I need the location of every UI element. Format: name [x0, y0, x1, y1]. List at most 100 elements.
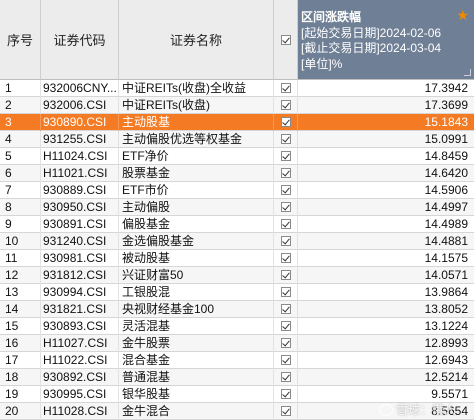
- column-header-range-change[interactable]: 区间涨跌幅 [起始交易日期]2024-02-06 [截止交易日期]2024-03…: [298, 0, 474, 80]
- checkbox-checked-icon[interactable]: [280, 406, 291, 416]
- checkbox-checked-icon[interactable]: [280, 117, 291, 127]
- star-icon[interactable]: ★: [456, 7, 469, 24]
- row-checkbox-cell: [274, 97, 298, 114]
- security-name: 兴证财富50: [119, 267, 274, 284]
- checkbox-checked-icon[interactable]: [280, 253, 291, 263]
- table-row[interactable]: 17 H11022.CSI 混合基金 12.6943: [0, 352, 474, 369]
- security-code: 932006.CSI: [41, 97, 119, 114]
- security-code: 931821.CSI: [41, 301, 119, 318]
- table-row[interactable]: 4 931255.CSI 主动偏股优选等权基金 15.0991: [0, 131, 474, 148]
- range-change-value: 17.3699: [424, 98, 468, 112]
- resize-handle-icon[interactable]: [464, 69, 471, 76]
- security-name: 中证REITs(收盘)全收益: [119, 80, 274, 97]
- table-row[interactable]: 15 930893.CSI 灵活混基 13.1224: [0, 318, 474, 335]
- range-change-value: 14.4881: [424, 234, 468, 248]
- row-index: 5: [0, 148, 41, 165]
- security-name: 普通混基: [119, 369, 274, 386]
- security-name: ETF净价: [119, 148, 274, 165]
- security-name: 被动股基: [119, 250, 274, 267]
- table-header: 序号 证券代码 证券名称 区间涨跌幅 [起始交易日期]2024-02-06 [截…: [0, 0, 474, 80]
- table-row[interactable]: 3 930890.CSI 主动股基 15.1843: [0, 114, 474, 131]
- column-header-index[interactable]: 序号: [0, 0, 41, 80]
- column-header-label: 证券名称: [169, 33, 222, 48]
- table-row[interactable]: 18 930892.CSI 普通混基 12.5214: [0, 369, 474, 386]
- row-checkbox-cell: [274, 284, 298, 301]
- watermark: 雪球：懒人...: [378, 401, 466, 418]
- checkbox-checked-icon[interactable]: [280, 168, 291, 178]
- row-checkbox-cell: [274, 233, 298, 250]
- row-index: 17: [0, 352, 41, 369]
- table-row[interactable]: 5 H11024.CSI ETF净价 14.8459: [0, 148, 474, 165]
- checkbox-checked-icon[interactable]: [280, 83, 291, 93]
- security-code: 931240.CSI: [41, 233, 119, 250]
- security-name: 金牛股票: [119, 335, 274, 352]
- table-row[interactable]: 13 930994.CSI 工银股混 13.9864: [0, 284, 474, 301]
- row-index: 9: [0, 216, 41, 233]
- checkbox-checked-icon[interactable]: [280, 236, 291, 246]
- security-name: 主动偏股优选等权基金: [119, 131, 274, 148]
- security-code: 930893.CSI: [41, 318, 119, 335]
- security-name: 偏股基金: [119, 216, 274, 233]
- row-index: 20: [0, 403, 41, 420]
- checkbox-checked-icon[interactable]: [280, 219, 291, 229]
- row-index: 2: [0, 97, 41, 114]
- row-index: 14: [0, 301, 41, 318]
- checkbox-checked-icon[interactable]: [280, 304, 291, 314]
- table-row[interactable]: 1 932006CNY... 中证REITs(收盘)全收益 17.3942: [0, 80, 474, 97]
- security-name: 混合基金: [119, 352, 274, 369]
- column-header-code[interactable]: 证券代码: [41, 0, 119, 80]
- checkbox-checked-icon[interactable]: [280, 287, 291, 297]
- row-checkbox-cell: [274, 352, 298, 369]
- row-checkbox-cell: [274, 369, 298, 386]
- security-code: 931812.CSI: [41, 267, 119, 284]
- table-row[interactable]: 12 931812.CSI 兴证财富50 14.0571: [0, 267, 474, 284]
- range-change-value: 15.0991: [424, 132, 468, 146]
- checkbox-checked-icon[interactable]: [280, 355, 291, 365]
- column-header-select-all[interactable]: [274, 0, 298, 80]
- checkbox-checked-icon[interactable]: [280, 389, 291, 399]
- checkbox-checked-icon[interactable]: [280, 270, 291, 280]
- checkbox-checked-icon[interactable]: [280, 100, 291, 110]
- security-name: 工银股混: [119, 284, 274, 301]
- security-code: 930994.CSI: [41, 284, 119, 301]
- row-index: 3: [0, 114, 41, 131]
- security-code: H11024.CSI: [41, 148, 119, 165]
- table-row[interactable]: 16 H11027.CSI 金牛股票 12.8993: [0, 335, 474, 352]
- range-change-value: 14.8459: [424, 149, 468, 163]
- row-index: 13: [0, 284, 41, 301]
- checkbox-checked-icon[interactable]: [280, 34, 291, 45]
- table-row[interactable]: 2 932006.CSI 中证REITs(收盘) 17.3699: [0, 97, 474, 114]
- range-change-unit: [单位]%: [301, 56, 343, 71]
- range-change-value: 14.0571: [424, 268, 468, 282]
- checkbox-checked-icon[interactable]: [280, 151, 291, 161]
- row-checkbox-cell: [274, 199, 298, 216]
- security-name: 金牛混合: [119, 403, 274, 420]
- row-checkbox-cell: [274, 267, 298, 284]
- table-row[interactable]: 9 930891.CSI 偏股基金 14.4989: [0, 216, 474, 233]
- checkbox-checked-icon[interactable]: [280, 338, 291, 348]
- table-row[interactable]: 14 931821.CSI 央视财经基金100 13.8052: [0, 301, 474, 318]
- row-index: 4: [0, 131, 41, 148]
- checkbox-checked-icon[interactable]: [280, 185, 291, 195]
- row-index: 15: [0, 318, 41, 335]
- table-row[interactable]: 6 H11021.CSI 股票基金 14.6420: [0, 165, 474, 182]
- security-code: 930889.CSI: [41, 182, 119, 199]
- table-row[interactable]: 7 930889.CSI ETF市价 14.5906: [0, 182, 474, 199]
- column-header-name[interactable]: 证券名称: [119, 0, 274, 80]
- range-change-title: 区间涨跌幅: [301, 10, 362, 24]
- watermark-text: 雪球：懒人...: [395, 403, 466, 417]
- row-checkbox-cell: [274, 301, 298, 318]
- table-row[interactable]: 10 931240.CSI 金选偏股基金 14.4881: [0, 233, 474, 250]
- security-name: 股票基金: [119, 165, 274, 182]
- security-name: ETF市价: [119, 182, 274, 199]
- range-change-value: 12.8993: [424, 336, 468, 350]
- checkbox-checked-icon[interactable]: [280, 372, 291, 382]
- checkbox-checked-icon[interactable]: [280, 321, 291, 331]
- checkbox-checked-icon[interactable]: [280, 134, 291, 144]
- range-change-end-date: [截止交易日期]2024-03-04: [301, 41, 442, 55]
- row-index: 16: [0, 335, 41, 352]
- checkbox-checked-icon[interactable]: [280, 202, 291, 212]
- table-row[interactable]: 11 930981.CSI 被动股基 14.1575: [0, 250, 474, 267]
- security-code: 930891.CSI: [41, 216, 119, 233]
- table-row[interactable]: 8 930950.CSI 主动偏股 14.4997: [0, 199, 474, 216]
